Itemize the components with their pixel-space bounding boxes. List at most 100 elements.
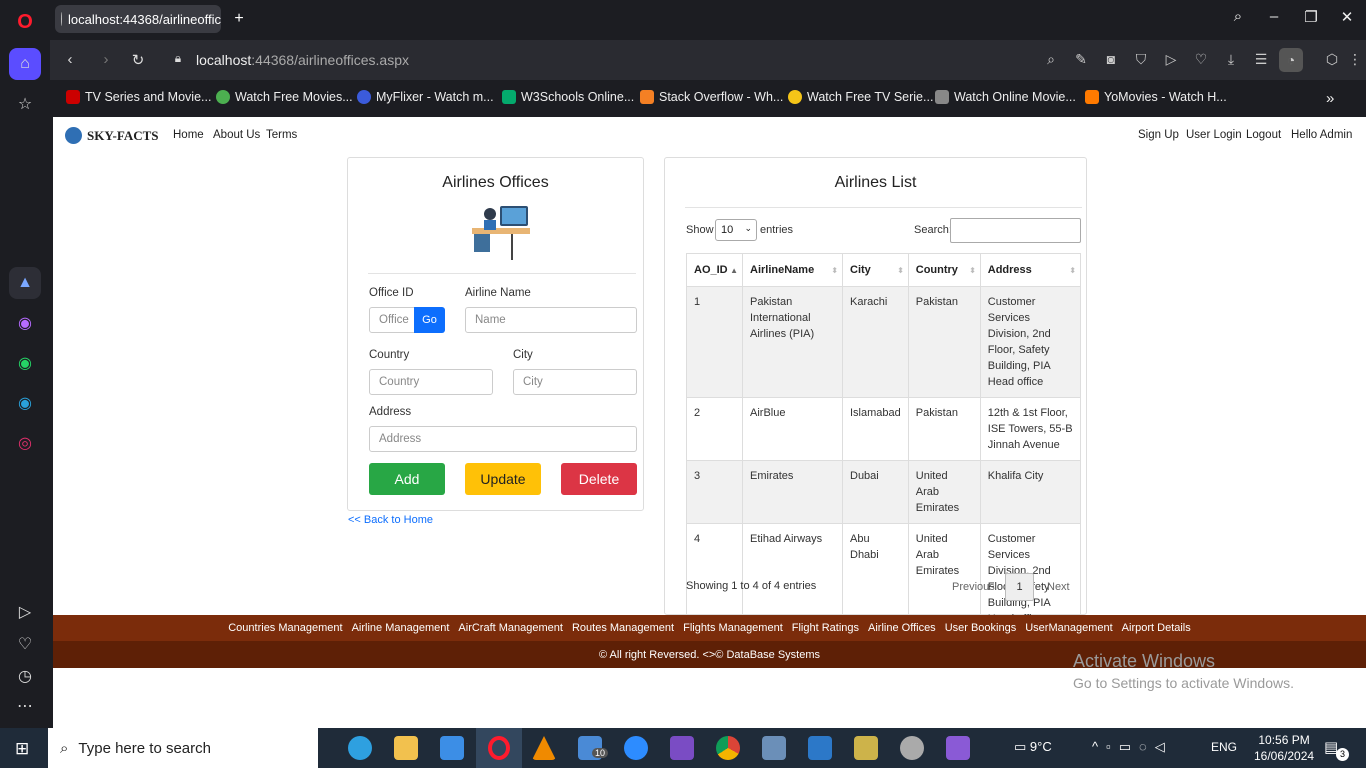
next-button[interactable]: Next	[1047, 581, 1070, 593]
telegram-icon[interactable]: ◉	[9, 387, 41, 419]
footer-link-flights[interactable]: Flights Management	[683, 622, 783, 634]
airline-name-input[interactable]: Name	[465, 307, 637, 333]
table-row[interactable]: 2 AirBlue Islamabad Pakistan 12th & 1st …	[686, 397, 1082, 461]
speed-dial-icon[interactable]: ☆	[9, 88, 41, 120]
edit-icon[interactable]: ✎	[1072, 51, 1090, 68]
nav-terms[interactable]: Terms	[266, 129, 297, 141]
address-input[interactable]: Address	[369, 426, 637, 452]
find-icon[interactable]: ⌕	[1042, 51, 1060, 68]
url-field[interactable]: localhost:44368/airlineoffices.aspx	[196, 52, 409, 68]
forward-icon[interactable]: ›	[96, 51, 116, 68]
vlc-icon[interactable]	[532, 736, 556, 760]
col-country[interactable]: Country ⬍	[907, 253, 981, 287]
bookmark-item[interactable]: Watch Free TV Serie...	[788, 90, 933, 104]
restore-icon[interactable]: ❐	[1299, 8, 1323, 26]
tray-icons[interactable]: ^▫▭◌◁	[1092, 739, 1173, 755]
table-row[interactable]: 3 Emirates Dubai United Arab Emirates Kh…	[686, 460, 1082, 524]
whatsapp-icon[interactable]: ◉	[9, 347, 41, 379]
heart-icon[interactable]: ♡	[1192, 51, 1210, 68]
office-id-input[interactable]: Office	[369, 307, 415, 333]
instagram-icon[interactable]: ◎	[9, 427, 41, 459]
download-icon[interactable]: ⤓	[1222, 51, 1240, 68]
go-button[interactable]: Go	[414, 307, 445, 333]
search-input[interactable]	[950, 218, 1081, 243]
add-button[interactable]: Add	[369, 463, 445, 495]
brand[interactable]: SKY-FACTS	[65, 127, 159, 144]
table-row[interactable]: 1 Pakistan International Airlines (PIA) …	[686, 286, 1082, 398]
aria-icon[interactable]: ▲	[9, 267, 41, 299]
more-icon[interactable]: ⋯	[9, 690, 41, 722]
nav-hello-admin[interactable]: Hello Admin	[1291, 129, 1352, 141]
bookmark-item[interactable]: Stack Overflow - Wh...	[640, 90, 783, 104]
page-1-button[interactable]: 1	[1005, 573, 1034, 601]
bookmark-item[interactable]: MyFlixer - Watch m...	[357, 90, 494, 104]
bookmarks-overflow-icon[interactable]: »	[1326, 90, 1334, 107]
footer-link-bookings[interactable]: User Bookings	[945, 622, 1017, 634]
nav-logout[interactable]: Logout	[1246, 129, 1281, 141]
opera-logo-icon[interactable]: O	[9, 6, 41, 38]
weather-widget[interactable]: ▭ 9°C	[1014, 739, 1052, 755]
history-clock-icon[interactable]: ◷	[9, 660, 41, 692]
copilot-icon[interactable]	[808, 736, 832, 760]
update-button[interactable]: Update	[465, 463, 541, 495]
bookmark-item[interactable]: YoMovies - Watch H...	[1085, 90, 1227, 104]
bookmark-item[interactable]: Watch Free Movies...	[216, 90, 353, 104]
bookmark-item[interactable]: TV Series and Movie...	[66, 90, 211, 104]
player-icon[interactable]: ▷	[9, 596, 41, 628]
edge-icon[interactable]	[348, 736, 372, 760]
nav-home[interactable]: Home	[173, 129, 204, 141]
reload-icon[interactable]: ↻	[128, 51, 148, 69]
footer-link-routes[interactable]: Routes Management	[572, 622, 674, 634]
flow-icon[interactable]: ▷	[1162, 51, 1180, 68]
footer-link-aircraft[interactable]: AirCraft Management	[458, 622, 563, 634]
camera-icon[interactable]: ◙	[1102, 51, 1120, 67]
language-indicator[interactable]: ENG	[1211, 740, 1237, 754]
extensions-icon[interactable]: ⬡	[1323, 51, 1341, 68]
nav-signup[interactable]: Sign Up	[1138, 129, 1179, 141]
col-city[interactable]: City ⬍	[842, 253, 909, 287]
col-airline-name[interactable]: AirlineName ⬍	[742, 253, 843, 287]
col-ao-id[interactable]: AO_ID ▲	[686, 253, 743, 287]
lock-icon[interactable]: 🔒︎	[168, 51, 188, 66]
windows-start-icon[interactable]: ⊞	[15, 739, 29, 759]
minimize-icon[interactable]: –	[1262, 8, 1286, 25]
footer-link-countries[interactable]: Countries Management	[228, 622, 342, 634]
clock[interactable]: 10:56 PM 16/06/2024	[1254, 732, 1314, 764]
settings-gear-icon[interactable]	[900, 736, 924, 760]
store-icon[interactable]	[440, 736, 464, 760]
entries-select[interactable]: 10 ⌄	[715, 219, 757, 241]
home-icon[interactable]: ⌂	[9, 48, 41, 80]
city-input[interactable]: City	[513, 369, 637, 395]
tab-airline-offices[interactable]: localhost:44368/airlineoffic	[55, 5, 221, 33]
delete-button[interactable]: Delete	[561, 463, 637, 495]
close-icon[interactable]: ✕	[1335, 8, 1359, 26]
shield-icon[interactable]: ⛉	[1132, 51, 1150, 68]
footer-link-ratings[interactable]: Flight Ratings	[792, 622, 859, 634]
footer-link-users[interactable]: UserManagement	[1025, 622, 1112, 634]
bookmark-item[interactable]: W3Schools Online...	[502, 90, 634, 104]
messenger-icon[interactable]: ◉	[9, 307, 41, 339]
footer-link-airports[interactable]: Airport Details	[1122, 622, 1191, 634]
taskbar-search[interactable]: ⌕ Type here to search	[48, 728, 318, 768]
search-tabs-icon[interactable]: ⌕	[1226, 8, 1250, 25]
country-input[interactable]: Country	[369, 369, 493, 395]
visual-studio-2-icon[interactable]	[946, 736, 970, 760]
footer-link-offices[interactable]: Airline Offices	[868, 622, 936, 634]
opera-taskbar-active[interactable]	[476, 728, 522, 768]
zoom-icon[interactable]	[624, 736, 648, 760]
menu-icon[interactable]: ⋮	[1346, 51, 1364, 68]
back-icon[interactable]: ‹	[60, 51, 80, 68]
file-explorer-icon[interactable]	[394, 736, 418, 760]
easy-setup-icon[interactable]: ☰	[1252, 51, 1270, 68]
favorites-heart-icon[interactable]: ♡	[9, 628, 41, 660]
footer-link-airlines[interactable]: Airline Management	[352, 622, 450, 634]
visual-studio-icon[interactable]	[670, 736, 694, 760]
tools-icon[interactable]	[854, 736, 878, 760]
profile-icon[interactable]: ◔	[1279, 48, 1303, 72]
back-to-home-link[interactable]: << Back to Home	[348, 514, 433, 526]
chrome-icon[interactable]	[716, 736, 740, 760]
bookmark-item[interactable]: Watch Online Movie...	[935, 90, 1076, 104]
nav-user-login[interactable]: User Login	[1186, 129, 1242, 141]
network-app-icon[interactable]	[762, 736, 786, 760]
nav-about[interactable]: About Us	[213, 129, 260, 141]
